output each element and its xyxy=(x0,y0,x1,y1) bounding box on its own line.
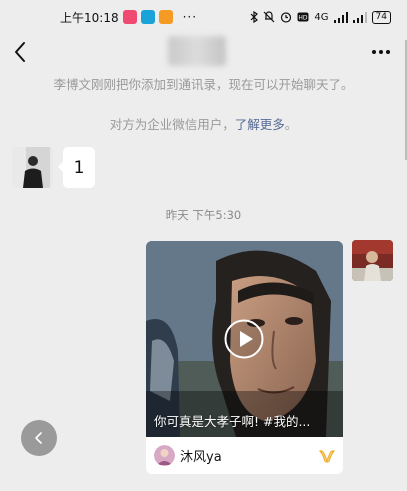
status-bar-left: 上午10:18 ··· xyxy=(60,9,197,26)
back-button[interactable] xyxy=(10,38,34,66)
play-icon xyxy=(224,319,264,359)
enterprise-notice-suffix: 。 xyxy=(284,117,298,132)
chevron-left-icon xyxy=(35,432,42,444)
chat-title-redacted xyxy=(168,36,226,66)
floating-back-button[interactable] xyxy=(21,420,57,456)
avatar xyxy=(12,147,53,188)
hd-icon: HD xyxy=(297,12,309,22)
status-bar-right: HD 4G 74 xyxy=(250,10,391,24)
contact-added-notice: 李博文刚刚把你添加到通讯录，现在可以开始聊天了。 xyxy=(53,77,354,92)
svg-text:HD: HD xyxy=(299,15,309,22)
author-avatar xyxy=(154,445,175,466)
avatar xyxy=(154,445,175,466)
network-type: 4G xyxy=(314,11,329,23)
play-button[interactable] xyxy=(224,319,264,359)
video-thumbnail[interactable]: 你可真是大孝子啊! #我的... xyxy=(146,241,343,437)
contact-avatar[interactable] xyxy=(12,147,53,188)
video-author-name: 沐风ya xyxy=(180,450,222,465)
video-caption: 你可真是大孝子啊! #我的... xyxy=(154,414,311,429)
battery-indicator: 74 xyxy=(371,10,391,24)
app-notification-icon xyxy=(122,10,137,24)
signal-icon xyxy=(352,11,367,23)
signal-icon xyxy=(333,11,348,23)
message-bubble[interactable]: 1 xyxy=(58,147,95,188)
status-bar: 上午10:18 ··· HD 4G 74 xyxy=(0,0,407,34)
more-notifications-icon: ··· xyxy=(182,10,198,24)
message-timestamp: 昨天 下午5:30 xyxy=(165,208,242,222)
enterprise-notice-text: 对方为企业微信用户， xyxy=(109,117,235,132)
chat-header xyxy=(0,34,407,70)
app-notification-icon xyxy=(140,10,155,24)
mute-icon xyxy=(263,11,275,23)
learn-more-link[interactable]: 了解更多 xyxy=(235,117,285,132)
video-share-card[interactable]: 你可真是大孝子啊! #我的... 沐风ya xyxy=(146,241,343,474)
message-text: 1 xyxy=(73,157,85,178)
more-button[interactable] xyxy=(369,42,393,62)
channels-icon xyxy=(319,449,335,463)
video-card-footer: 沐风ya xyxy=(146,437,343,474)
more-dots-icon xyxy=(372,50,390,54)
app-notification-icon xyxy=(158,10,173,24)
enterprise-notice: 对方为企业微信用户，了解更多。 xyxy=(0,114,407,133)
avatar xyxy=(352,240,393,281)
bluetooth-icon xyxy=(250,11,259,23)
my-avatar[interactable] xyxy=(352,240,393,281)
status-time: 上午10:18 xyxy=(60,10,119,25)
alarm-icon xyxy=(281,12,292,23)
chevron-left-icon xyxy=(15,42,25,62)
